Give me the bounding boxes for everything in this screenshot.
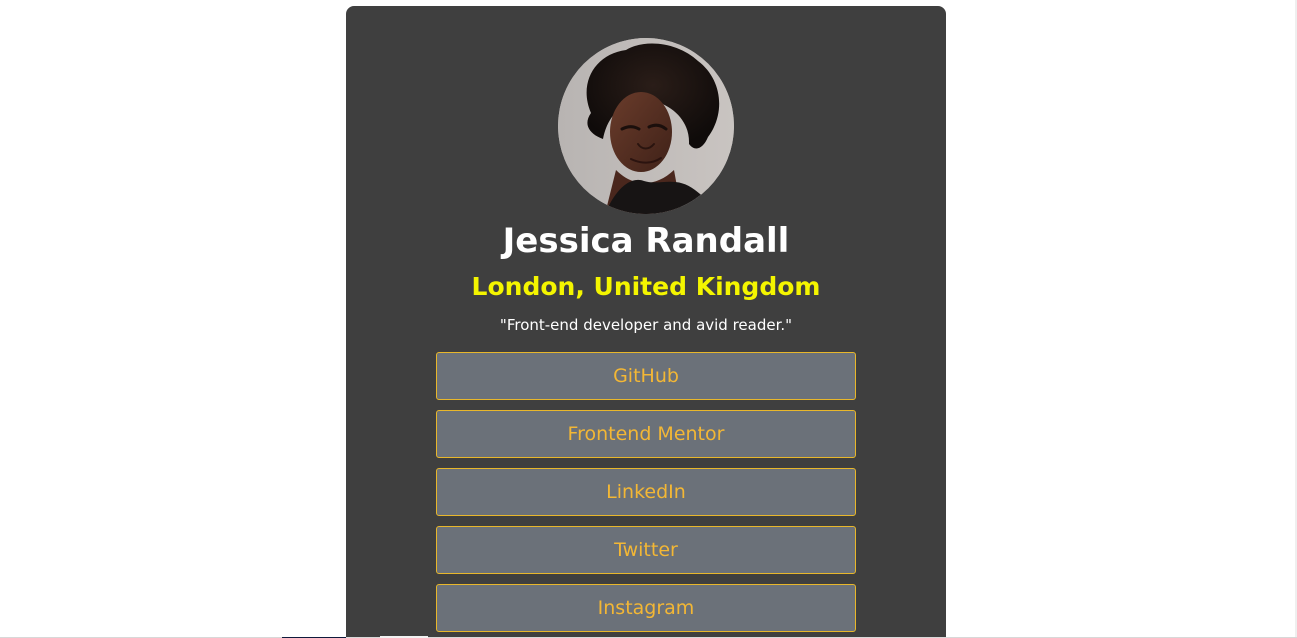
profile-name: Jessica Randall [502,221,790,261]
frontend-mentor-link-button[interactable]: Frontend Mentor [436,410,856,458]
twitter-link-button[interactable]: Twitter [436,526,856,574]
avatar [558,38,734,214]
profile-bio: "Front-end developer and avid reader." [499,316,793,334]
avatar-image [558,38,734,214]
page: Jessica Randall London, United Kingdom "… [0,0,1297,638]
linkedin-link-button[interactable]: LinkedIn [436,468,856,516]
profile-card: Jessica Randall London, United Kingdom "… [346,6,946,638]
instagram-link-button[interactable]: Instagram [436,584,856,632]
profile-location: London, United Kingdom [471,272,821,301]
social-links: GitHub Frontend Mentor LinkedIn Twitter … [436,352,856,638]
github-link-button[interactable]: GitHub [436,352,856,400]
